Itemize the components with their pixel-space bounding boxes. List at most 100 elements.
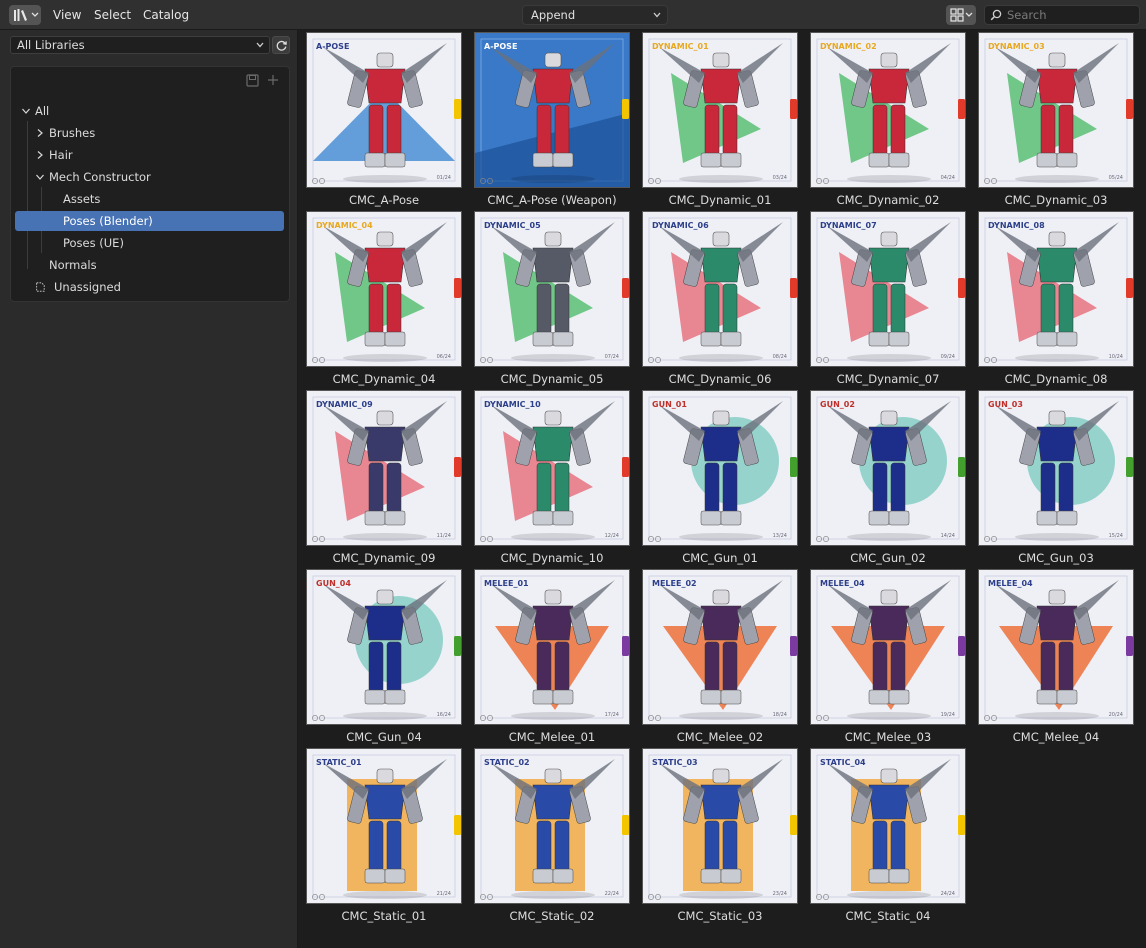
display-mode-button[interactable] bbox=[946, 5, 976, 25]
asset-thumbnail[interactable]: MELEE_04 20/24 bbox=[978, 569, 1134, 725]
refresh-library-button[interactable] bbox=[272, 36, 290, 54]
asset-tile[interactable]: MELEE_01 17/24 CMC_Melee_01 bbox=[474, 569, 630, 745]
asset-tile[interactable]: DYNAMIC_04 06/24 CMC_Dynamic_04 bbox=[306, 211, 462, 387]
thumbnail-page-number: 23/24 bbox=[773, 891, 787, 897]
chevron-down-icon[interactable] bbox=[35, 172, 45, 182]
library-dropdown[interactable]: All Libraries bbox=[10, 36, 270, 54]
asset-thumbnail[interactable]: DYNAMIC_05 07/24 bbox=[474, 211, 630, 367]
import-method-dropdown[interactable]: Append bbox=[522, 5, 668, 25]
catalog-item-poses-blender[interactable]: Poses (Blender) bbox=[15, 211, 284, 231]
menu-select[interactable]: Select bbox=[94, 0, 131, 30]
catalog-item-normals[interactable]: Normals bbox=[49, 255, 249, 275]
catalog-item-label: Hair bbox=[49, 148, 73, 162]
chevron-down-icon[interactable] bbox=[21, 106, 31, 116]
asset-thumbnail[interactable]: A-POSE 01/24 bbox=[306, 32, 462, 188]
asset-name-label: CMC_Dynamic_02 bbox=[836, 193, 940, 207]
menu-view[interactable]: View bbox=[53, 0, 81, 30]
mech-preview-image: GUN_04 16/24 bbox=[307, 570, 461, 724]
asset-thumbnail[interactable]: MELEE_01 17/24 bbox=[474, 569, 630, 725]
thumbnail-badge-text: DYNAMIC_05 bbox=[484, 221, 541, 230]
asset-thumbnail[interactable]: DYNAMIC_04 06/24 bbox=[306, 211, 462, 367]
catalog-item-mech-constructor[interactable]: Mech Constructor bbox=[35, 167, 255, 187]
asset-thumbnail[interactable]: A-POSE bbox=[474, 32, 630, 188]
asset-tile[interactable]: MELEE_02 18/24 CMC_Melee_02 bbox=[642, 569, 798, 745]
asset-thumbnail[interactable]: GUN_02 14/24 bbox=[810, 390, 966, 546]
asset-tile[interactable]: MELEE_04 20/24 CMC_Melee_04 bbox=[978, 569, 1134, 745]
chevron-down-icon bbox=[653, 12, 661, 18]
menu-catalog[interactable]: Catalog bbox=[143, 0, 189, 30]
asset-name-label: CMC_Melee_02 bbox=[676, 730, 764, 744]
thumbnail-badge-text: GUN_04 bbox=[316, 579, 351, 588]
search-input[interactable] bbox=[1007, 8, 1127, 22]
asset-thumbnail[interactable]: GUN_04 16/24 bbox=[306, 569, 462, 725]
catalog-item-unassigned[interactable]: Unassigned bbox=[35, 277, 235, 297]
catalog-item-label: Normals bbox=[49, 258, 97, 272]
catalog-item-all[interactable]: All bbox=[21, 101, 241, 121]
chevron-right-icon[interactable] bbox=[35, 150, 45, 160]
asset-tile[interactable]: GUN_02 14/24 CMC_Gun_02 bbox=[810, 390, 966, 566]
asset-thumbnail[interactable]: DYNAMIC_10 12/24 bbox=[474, 390, 630, 546]
asset-thumbnail[interactable]: STATIC_01 21/24 bbox=[306, 748, 462, 904]
thumbnail-page-number: 13/24 bbox=[773, 533, 787, 539]
mech-preview-image: MELEE_04 19/24 bbox=[811, 570, 965, 724]
asset-thumbnail[interactable]: DYNAMIC_09 11/24 bbox=[306, 390, 462, 546]
asset-thumbnail[interactable]: DYNAMIC_06 08/24 bbox=[642, 211, 798, 367]
mech-preview-image: DYNAMIC_08 10/24 bbox=[979, 212, 1133, 366]
asset-thumbnail[interactable]: STATIC_03 23/24 bbox=[642, 748, 798, 904]
thumbnail-page-number: 17/24 bbox=[605, 712, 619, 718]
asset-thumbnail[interactable]: STATIC_02 22/24 bbox=[474, 748, 630, 904]
catalog-tree: All Brushes Hair Mech Constructor Assets… bbox=[10, 66, 290, 302]
asset-tile[interactable]: DYNAMIC_08 10/24 CMC_Dynamic_08 bbox=[978, 211, 1134, 387]
mech-preview-image: STATIC_04 24/24 bbox=[811, 749, 965, 903]
asset-tile[interactable]: DYNAMIC_06 08/24 CMC_Dynamic_06 bbox=[642, 211, 798, 387]
asset-tile[interactable]: DYNAMIC_10 12/24 CMC_Dynamic_10 bbox=[474, 390, 630, 566]
asset-tile[interactable]: DYNAMIC_03 05/24 CMC_Dynamic_03 bbox=[978, 32, 1134, 208]
catalog-item-poses-ue[interactable]: Poses (UE) bbox=[63, 233, 263, 253]
asset-thumbnail[interactable]: DYNAMIC_08 10/24 bbox=[978, 211, 1134, 367]
asset-tile[interactable]: GUN_04 16/24 CMC_Gun_04 bbox=[306, 569, 462, 745]
asset-tile[interactable]: DYNAMIC_05 07/24 CMC_Dynamic_05 bbox=[474, 211, 630, 387]
add-catalog-icon[interactable] bbox=[267, 74, 279, 86]
asset-thumbnail[interactable]: STATIC_04 24/24 bbox=[810, 748, 966, 904]
thumbnail-badge-text: GUN_03 bbox=[988, 400, 1023, 409]
asset-thumbnail[interactable]: GUN_01 13/24 bbox=[642, 390, 798, 546]
mech-preview-image: DYNAMIC_04 06/24 bbox=[307, 212, 461, 366]
asset-tile[interactable]: DYNAMIC_09 11/24 CMC_Dynamic_09 bbox=[306, 390, 462, 566]
asset-tile[interactable]: DYNAMIC_07 09/24 CMC_Dynamic_07 bbox=[810, 211, 966, 387]
asset-thumbnail[interactable]: DYNAMIC_03 05/24 bbox=[978, 32, 1134, 188]
save-catalog-icon[interactable] bbox=[246, 74, 259, 87]
asset-thumbnail[interactable]: MELEE_04 19/24 bbox=[810, 569, 966, 725]
asset-tile[interactable]: STATIC_03 23/24 CMC_Static_03 bbox=[642, 748, 798, 924]
asset-thumbnail[interactable]: GUN_03 15/24 bbox=[978, 390, 1134, 546]
asset-name-label: CMC_Dynamic_08 bbox=[1004, 372, 1108, 386]
catalog-item-assets[interactable]: Assets bbox=[63, 189, 263, 209]
asset-tile[interactable]: DYNAMIC_02 04/24 CMC_Dynamic_02 bbox=[810, 32, 966, 208]
search-field[interactable] bbox=[984, 5, 1140, 25]
asset-thumbnail[interactable]: DYNAMIC_07 09/24 bbox=[810, 211, 966, 367]
asset-tile[interactable]: MELEE_04 19/24 CMC_Melee_03 bbox=[810, 569, 966, 745]
asset-thumbnail[interactable]: DYNAMIC_01 03/24 bbox=[642, 32, 798, 188]
asset-tile[interactable]: A-POSE 01/24 CMC_A-Pose bbox=[306, 32, 462, 208]
thumbnail-page-number: 08/24 bbox=[773, 354, 787, 360]
editor-type-button[interactable] bbox=[9, 5, 41, 25]
thumbnail-page-number: 11/24 bbox=[437, 533, 451, 539]
thumbnail-page-number: 22/24 bbox=[605, 891, 619, 897]
thumbnail-page-number: 16/24 bbox=[437, 712, 451, 718]
chevron-right-icon[interactable] bbox=[35, 128, 45, 138]
asset-tile[interactable]: A-POSE CMC_A-Pose (Weapon) bbox=[474, 32, 630, 208]
asset-tile[interactable]: GUN_01 13/24 CMC_Gun_01 bbox=[642, 390, 798, 566]
asset-name-label: CMC_Dynamic_06 bbox=[668, 372, 772, 386]
thumbnail-page-number: 10/24 bbox=[1109, 354, 1123, 360]
asset-thumbnail[interactable]: MELEE_02 18/24 bbox=[642, 569, 798, 725]
asset-tile[interactable]: DYNAMIC_01 03/24 CMC_Dynamic_01 bbox=[642, 32, 798, 208]
asset-tile[interactable]: STATIC_01 21/24 CMC_Static_01 bbox=[306, 748, 462, 924]
asset-name-label: CMC_Dynamic_01 bbox=[668, 193, 772, 207]
asset-thumbnail[interactable]: DYNAMIC_02 04/24 bbox=[810, 32, 966, 188]
thumbnail-badge-text: A-POSE bbox=[484, 42, 517, 51]
asset-name-label: CMC_Static_03 bbox=[677, 909, 763, 923]
catalog-item-hair[interactable]: Hair bbox=[35, 145, 235, 165]
asset-tile[interactable]: STATIC_04 24/24 CMC_Static_04 bbox=[810, 748, 966, 924]
catalog-item-brushes[interactable]: Brushes bbox=[35, 123, 235, 143]
asset-tile[interactable]: STATIC_02 22/24 CMC_Static_02 bbox=[474, 748, 630, 924]
asset-tile[interactable]: GUN_03 15/24 CMC_Gun_03 bbox=[978, 390, 1134, 566]
